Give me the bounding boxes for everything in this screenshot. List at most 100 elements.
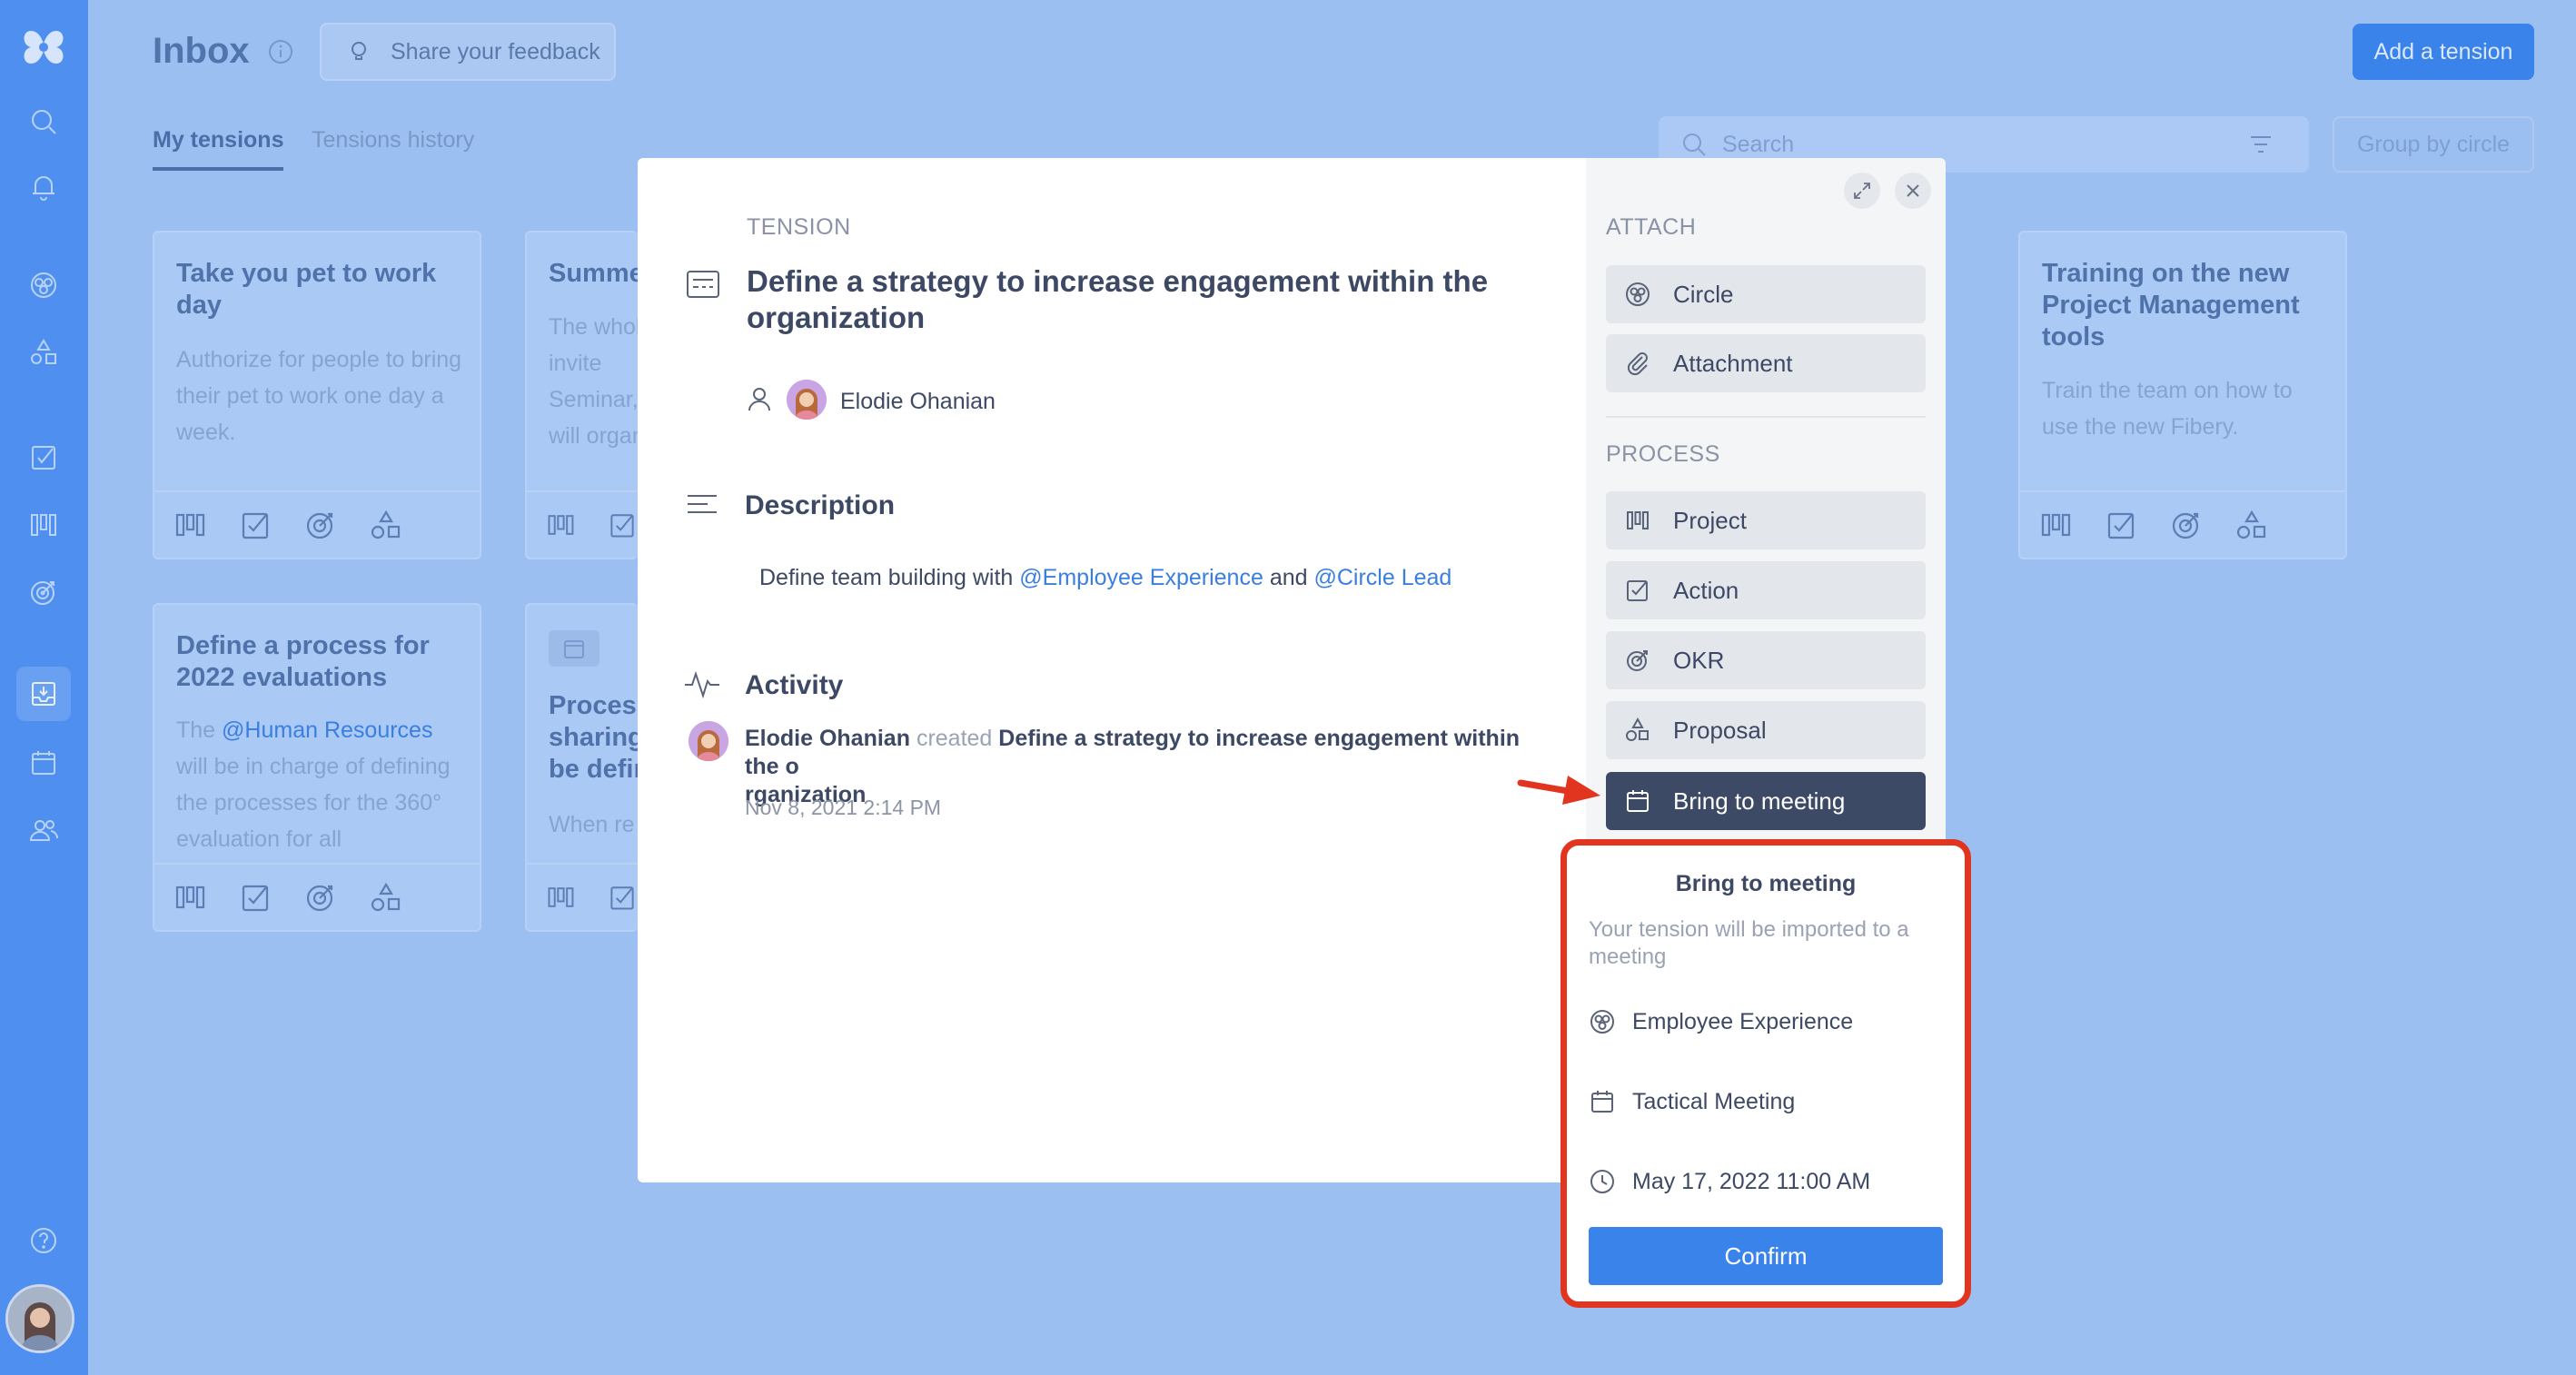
members-icon[interactable] — [16, 803, 71, 857]
popover-meeting-field[interactable]: Tactical Meeting — [1589, 1083, 1943, 1120]
checkbox-icon[interactable] — [16, 430, 71, 485]
tension-card[interactable]: Process sharing be defir When re — [525, 603, 638, 932]
filter-icon[interactable] — [2247, 132, 2274, 162]
bring-to-meeting-popover: Bring to meeting Your tension will be im… — [1560, 839, 1971, 1308]
card-text: When re — [549, 812, 635, 837]
description-prefix: Define team building with — [759, 565, 1014, 590]
shapes-icon[interactable] — [369, 880, 403, 915]
target-icon[interactable] — [303, 508, 338, 542]
calendar-icon[interactable] — [16, 736, 71, 790]
popover-description: Your tension will be imported to a meeti… — [1589, 917, 1909, 969]
attach-attachment-button[interactable]: Attachment — [1606, 334, 1926, 392]
mention-employee-experience[interactable]: @Employee Experience — [1019, 565, 1263, 590]
description-text[interactable]: Define team building with @Employee Expe… — [759, 565, 1451, 591]
popover-circle-field[interactable]: Employee Experience — [1589, 1004, 1943, 1040]
search-icon[interactable] — [16, 94, 71, 149]
author-avatar — [787, 380, 827, 420]
process-okr-label: OKR — [1673, 646, 1725, 674]
kanban-icon[interactable] — [545, 880, 576, 915]
popover-meeting-value: Tactical Meeting — [1632, 1088, 1796, 1114]
mention-circle-lead[interactable]: @Circle Lead — [1313, 565, 1451, 590]
checkbox-icon[interactable] — [2104, 508, 2138, 542]
inbox-icon[interactable] — [16, 667, 71, 721]
target-icon[interactable] — [16, 565, 71, 619]
mention-link[interactable]: @Human Resources — [222, 717, 432, 743]
card-text: Authorize for people to bring their pet … — [176, 347, 462, 445]
kanban-icon[interactable] — [545, 508, 576, 542]
shapes-icon[interactable] — [369, 508, 403, 542]
popover-title: Bring to meeting — [1675, 871, 1857, 896]
process-project-button[interactable]: Project — [1606, 491, 1926, 549]
tab-tensions-history[interactable]: Tensions history — [312, 127, 474, 153]
tab-my-tensions[interactable]: My tensions — [153, 127, 284, 171]
checkbox-icon[interactable] — [238, 508, 272, 542]
calendar-icon — [549, 630, 599, 667]
card-footer — [154, 490, 480, 558]
tension-card-icon — [685, 269, 721, 304]
shapes-icon[interactable] — [2234, 508, 2269, 542]
process-proposal-label: Proposal — [1673, 716, 1767, 744]
close-icon — [1907, 184, 1919, 197]
shapes-icon — [1626, 717, 1649, 741]
kanban-icon[interactable] — [173, 880, 207, 915]
card-footer — [2020, 490, 2345, 558]
info-icon[interactable] — [267, 38, 294, 65]
checkbox-icon[interactable] — [607, 508, 638, 542]
app-logo-icon[interactable] — [16, 20, 71, 74]
tension-card[interactable]: Define a process for 2022 evaluations Th… — [153, 603, 481, 932]
target-icon[interactable] — [2169, 508, 2204, 542]
process-action-button[interactable]: Action — [1606, 561, 1926, 619]
checkbox-icon[interactable] — [607, 880, 638, 915]
share-feedback-button[interactable]: Share your feedback — [320, 23, 616, 81]
page-title: Inbox — [153, 31, 250, 71]
search-icon — [1683, 134, 1706, 156]
clock-icon — [1590, 1170, 1614, 1193]
process-bring-to-meeting-button[interactable]: Bring to meeting — [1606, 772, 1926, 830]
card-title: Summe — [549, 259, 638, 288]
help-icon[interactable] — [16, 1213, 71, 1268]
person-icon — [747, 385, 772, 417]
activity-icon — [683, 668, 721, 704]
sidebar — [0, 0, 88, 1375]
card-footer — [527, 863, 638, 930]
tension-title[interactable]: Define a strategy to increase engagement… — [747, 263, 1546, 336]
attach-label: ATTACH — [1606, 214, 1697, 240]
kanban-icon[interactable] — [173, 508, 207, 542]
tension-card[interactable]: Take you pet to work day Authorize for p… — [153, 231, 481, 559]
popover-datetime-field[interactable]: May 17, 2022 11:00 AM — [1589, 1163, 1943, 1200]
activity-actor[interactable]: Elodie Ohanian — [745, 726, 910, 751]
confirm-button[interactable]: Confirm — [1589, 1227, 1943, 1285]
circles-icon[interactable] — [16, 258, 71, 312]
process-action-label: Action — [1673, 576, 1739, 604]
kanban-icon[interactable] — [16, 498, 71, 552]
process-proposal-button[interactable]: Proposal — [1606, 701, 1926, 759]
bell-icon[interactable] — [16, 160, 71, 214]
process-okr-button[interactable]: OKR — [1606, 631, 1926, 689]
card-title: Training on the new Project Management t… — [2042, 259, 2300, 351]
attach-circle-label: Circle — [1673, 280, 1734, 308]
kanban-icon[interactable] — [2038, 508, 2073, 542]
lightbulb-icon — [352, 42, 366, 60]
attach-circle-button[interactable]: Circle — [1606, 265, 1926, 323]
tension-label: TENSION — [747, 214, 851, 240]
user-avatar[interactable] — [5, 1284, 74, 1353]
target-icon[interactable] — [303, 880, 338, 915]
group-by-circle-button[interactable]: Group by circle — [2333, 116, 2534, 173]
search-placeholder: Search — [1722, 131, 1795, 157]
expand-button[interactable] — [1844, 173, 1880, 209]
activity-heading: Activity — [745, 670, 844, 700]
tension-card[interactable]: Summe The whol be invite Seminar, who wi… — [525, 231, 638, 559]
activity-verb: created — [916, 726, 993, 751]
add-tension-button[interactable]: Add a tension — [2353, 24, 2534, 80]
roles-icon[interactable] — [16, 325, 71, 380]
card-text-prefix: The — [176, 717, 216, 743]
close-button[interactable] — [1895, 173, 1931, 209]
card-footer — [527, 490, 638, 558]
tension-card[interactable]: Training on the new Project Management t… — [2018, 231, 2347, 559]
circle-icon — [1590, 1010, 1614, 1034]
checkbox-icon[interactable] — [238, 880, 272, 915]
checkbox-icon — [1627, 580, 1648, 601]
author-name[interactable]: Elodie Ohanian — [840, 389, 996, 415]
card-text-suffix: will be in charge of defining the proces… — [176, 754, 451, 852]
description-heading: Description — [745, 490, 896, 520]
